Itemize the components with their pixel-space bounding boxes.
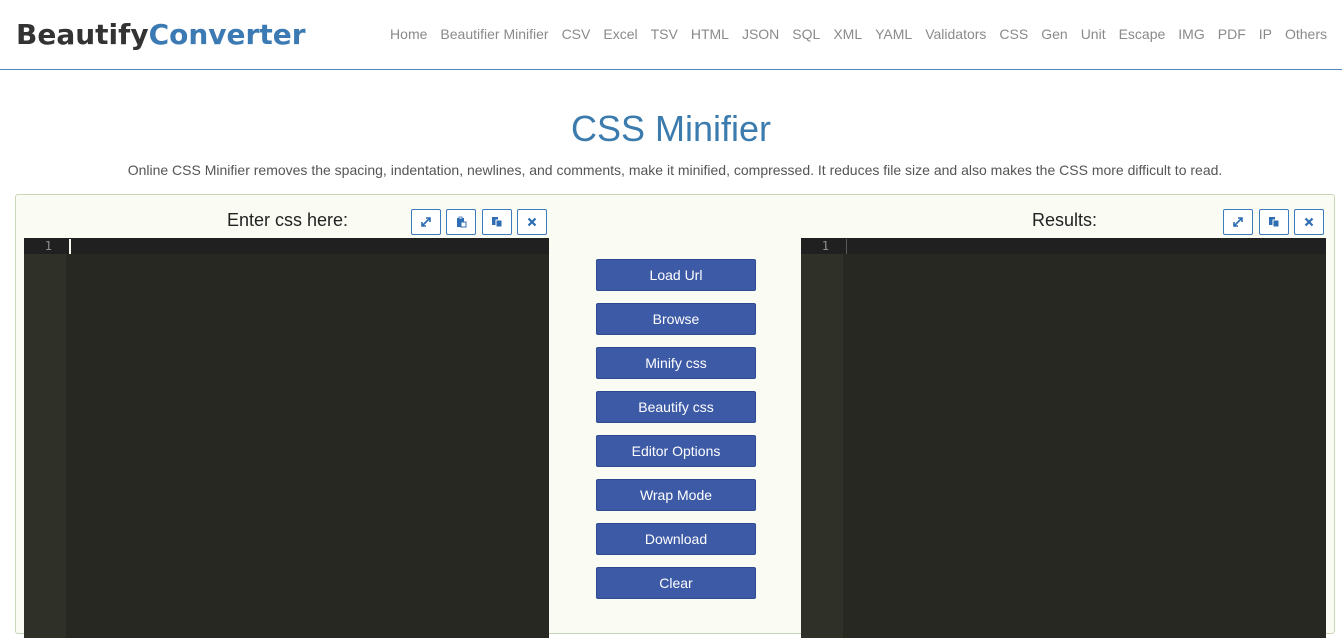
nav-pdf[interactable]: PDF	[1218, 26, 1246, 42]
expand-icon	[1232, 216, 1244, 228]
nav-validators[interactable]: Validators	[925, 26, 986, 42]
text-cursor	[69, 239, 71, 254]
close-icon	[527, 217, 537, 227]
line-number: 1	[821, 239, 829, 253]
nav-sql[interactable]: SQL	[792, 26, 820, 42]
copy-icon	[1268, 216, 1280, 228]
line-number: 1	[44, 239, 52, 253]
site-logo[interactable]: BeautifyConverter	[16, 18, 306, 51]
paste-icon	[455, 216, 467, 228]
minify-css-button[interactable]: Minify css	[596, 347, 756, 379]
editor-options-button[interactable]: Editor Options	[596, 435, 756, 467]
input-paste-button[interactable]	[446, 209, 476, 235]
main-nav: Home Beautifier Minifier CSV Excel TSV H…	[377, 26, 1327, 42]
nav-others[interactable]: Others	[1285, 26, 1327, 42]
nav-json[interactable]: JSON	[742, 26, 779, 42]
download-button[interactable]: Download	[596, 523, 756, 555]
nav-tsv[interactable]: TSV	[651, 26, 678, 42]
text-cursor	[846, 239, 847, 254]
line-gutter	[24, 238, 66, 638]
nav-xml[interactable]: XML	[833, 26, 862, 42]
nav-gen[interactable]: Gen	[1041, 26, 1067, 42]
output-fullscreen-button[interactable]	[1223, 209, 1253, 235]
input-clear-button[interactable]	[517, 209, 547, 235]
browse-button[interactable]: Browse	[596, 303, 756, 335]
output-clear-button[interactable]	[1294, 209, 1324, 235]
nav-css[interactable]: CSS	[999, 26, 1028, 42]
output-copy-button[interactable]	[1259, 209, 1289, 235]
nav-csv[interactable]: CSV	[562, 26, 591, 42]
active-line-highlight	[801, 238, 1326, 254]
results-editor[interactable]: 1	[801, 238, 1326, 638]
wrap-mode-button[interactable]: Wrap Mode	[596, 479, 756, 511]
site-header: BeautifyConverter Home Beautifier Minifi…	[0, 0, 1342, 70]
copy-icon	[491, 216, 503, 228]
nav-yaml[interactable]: YAML	[875, 26, 912, 42]
active-line-highlight	[24, 238, 549, 254]
close-icon	[1304, 217, 1314, 227]
nav-home[interactable]: Home	[390, 26, 427, 42]
page-description: Online CSS Minifier removes the spacing,…	[127, 162, 1223, 178]
nav-html[interactable]: HTML	[691, 26, 729, 42]
page-title: CSS Minifier	[570, 108, 772, 149]
nav-excel[interactable]: Excel	[603, 26, 637, 42]
input-fullscreen-button[interactable]	[411, 209, 441, 235]
expand-icon	[420, 216, 432, 228]
beautify-css-button[interactable]: Beautify css	[596, 391, 756, 423]
results-label: Results:	[1032, 210, 1098, 230]
input-copy-button[interactable]	[482, 209, 512, 235]
input-label: Enter css here:	[227, 210, 349, 230]
nav-escape[interactable]: Escape	[1119, 26, 1166, 42]
line-gutter	[801, 238, 843, 638]
nav-unit[interactable]: Unit	[1081, 26, 1106, 42]
logo-part-2: Converter	[148, 18, 306, 51]
converter-panel: Enter css here: 1 Load Url Browse Minify…	[15, 194, 1335, 638]
clear-button[interactable]: Clear	[596, 567, 756, 599]
logo-part-1: Beautify	[16, 18, 149, 51]
nav-ip[interactable]: IP	[1259, 26, 1272, 42]
css-input-editor[interactable]: 1	[24, 238, 549, 638]
load-url-button[interactable]: Load Url	[596, 259, 756, 291]
nav-beautifier-minifier[interactable]: Beautifier Minifier	[440, 26, 548, 42]
nav-img[interactable]: IMG	[1178, 26, 1204, 42]
